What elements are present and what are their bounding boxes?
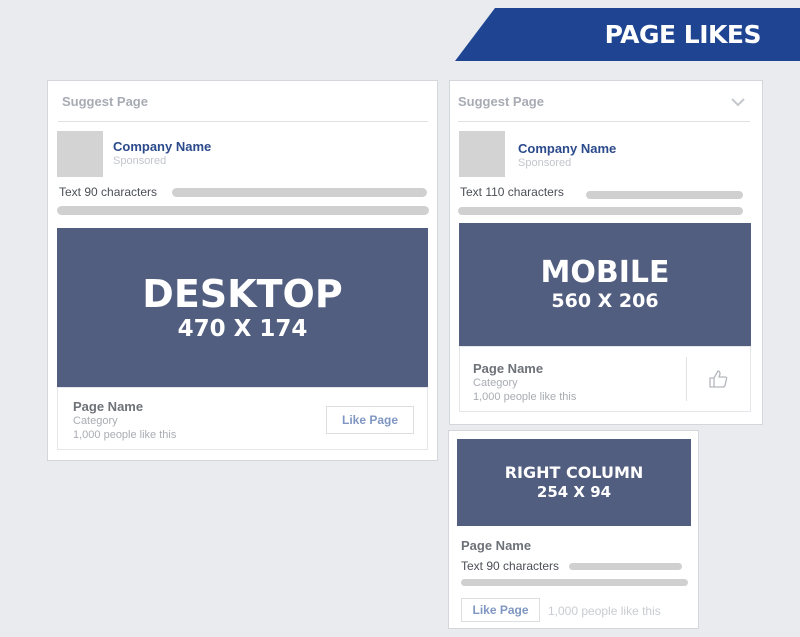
sponsored-label: Sponsored: [518, 157, 572, 169]
text-placeholder-bar: [569, 563, 682, 570]
text-placeholder-bar: [172, 188, 427, 197]
banner-title: PAGE LIKES: [604, 20, 762, 49]
page-likes-banner: PAGE LIKES: [455, 8, 800, 61]
page-info-box: Page Name Category 1,000 people like thi…: [57, 387, 428, 450]
desktop-ad-card: Suggest Page Company Name Sponsored Text…: [47, 80, 438, 461]
hero-size: 470 X 174: [177, 315, 308, 342]
page-likes-count: 1,000 people like this: [473, 391, 577, 403]
desktop-image-placeholder: DESKTOP 470 X 174: [57, 228, 428, 387]
text-placeholder-bar: [458, 207, 743, 215]
text-placeholder-bar: [586, 191, 743, 199]
ad-text-label: Text 90 characters: [461, 559, 560, 573]
page-info-box: Page Name Category 1,000 people like thi…: [459, 346, 751, 412]
right-column-image-placeholder: RIGHT COLUMN 254 X 94: [457, 439, 691, 526]
right-column-ad-card: RIGHT COLUMN 254 X 94 Page Name Text 90 …: [448, 430, 699, 629]
hero-title: MOBILE: [540, 255, 670, 290]
suggest-page-label: Suggest Page: [458, 94, 544, 109]
page-category: Category: [73, 415, 118, 427]
page-name: Page Name: [473, 361, 544, 376]
company-thumbnail: [57, 131, 103, 177]
vertical-divider: [686, 357, 687, 401]
hero-title: RIGHT COLUMN: [504, 463, 644, 482]
company-name-link[interactable]: Company Name: [518, 141, 616, 156]
company-thumbnail: [459, 131, 505, 177]
company-name-link[interactable]: Company Name: [113, 139, 211, 154]
hero-size: 254 X 94: [536, 483, 612, 501]
hero-title: DESKTOP: [142, 271, 343, 316]
page-likes-count: 1,000 people like this: [548, 604, 661, 618]
hero-size: 560 X 206: [551, 290, 659, 312]
chevron-down-icon[interactable]: [731, 97, 745, 107]
page-name: Page Name: [461, 538, 532, 553]
page-name: Page Name: [73, 399, 144, 414]
text-placeholder-bar: [57, 206, 429, 215]
page-category: Category: [473, 377, 518, 389]
ad-text-label: Text 90 characters: [59, 185, 158, 199]
ad-text-label: Text 110 characters: [460, 185, 564, 199]
like-page-button[interactable]: Like Page: [326, 406, 414, 434]
sponsored-label: Sponsored: [113, 155, 167, 167]
like-page-button[interactable]: Like Page: [461, 598, 540, 622]
text-placeholder-bar: [461, 579, 688, 586]
thumbs-up-icon[interactable]: [708, 369, 728, 389]
page-likes-count: 1,000 people like this: [73, 429, 177, 441]
header-divider: [458, 121, 750, 122]
suggest-page-label: Suggest Page: [62, 94, 148, 109]
header-divider: [58, 121, 428, 122]
mobile-ad-card: Suggest Page Company Name Sponsored Text…: [449, 80, 763, 425]
mobile-image-placeholder: MOBILE 560 X 206: [459, 223, 751, 346]
